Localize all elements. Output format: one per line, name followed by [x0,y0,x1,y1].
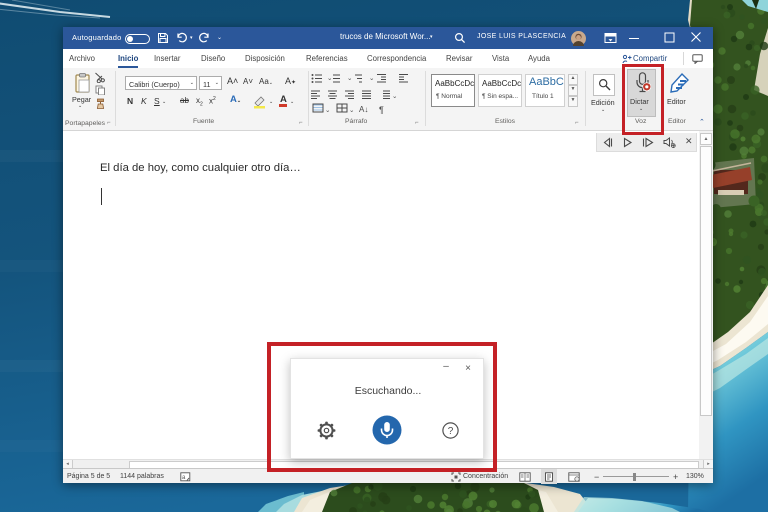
svg-text:⌄: ⌄ [327,75,332,82]
svg-text:⌄: ⌄ [392,93,397,100]
svg-text:⌄: ⌄ [369,75,374,82]
svg-text:A↓: A↓ [359,105,368,114]
svg-text:⌄: ⌄ [347,75,352,82]
svg-text:⌄: ⌄ [349,107,354,114]
svg-text:⌄: ⌄ [325,107,330,114]
svg-text:¶: ¶ [379,105,384,115]
